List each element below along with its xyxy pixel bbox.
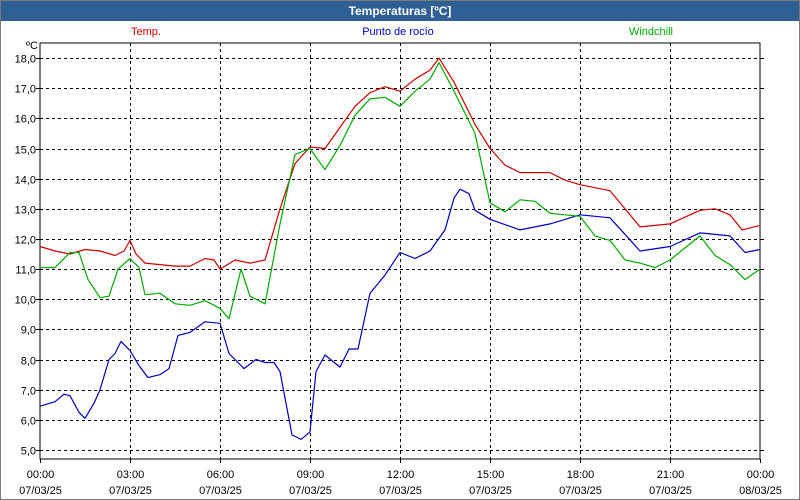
y-tick-label: 5,0 [21,446,36,458]
x-tick-time: 09:00 [297,469,325,481]
x-tick-date: 07/03/25 [559,485,602,497]
x-tick-date: 07/03/25 [649,485,692,497]
grid [40,43,760,459]
y-tick-label: 16,0 [15,114,36,126]
y-axis-unit: ºC [26,40,38,52]
legend: Temp. Punto de rocío Windchill [131,26,673,38]
x-tick-time: 15:00 [477,469,505,481]
y-tick-label: 10,0 [15,295,36,307]
x-tick-date: 07/03/25 [199,485,242,497]
x-tick-date: 07/03/25 [469,485,512,497]
y-tick-label: 12,0 [15,235,36,247]
y-tick-labels: 5,0 6,0 7,0 8,0 9,0 10,0 11,0 12,0 13,0 14,0 15,0 1… [15,54,36,458]
x-tick-time: 21:00 [657,469,685,481]
y-tick-label: 9,0 [21,325,36,337]
x-tick-date: 07/03/25 [289,485,332,497]
x-tick-time: 12:00 [387,469,415,481]
x-tick-time: 00:00 [747,469,775,481]
x-tick-time: 00:00 [27,469,55,481]
x-tick-labels: 00:00 07/03/25 03:00 07/03/25 06:00 07/03/25 0… [19,469,782,497]
legend-entry-2: Windchill [629,26,673,38]
x-tick-date: 07/03/25 [109,485,152,497]
y-tick-label: 8,0 [21,356,36,368]
legend-entry-0: Temp. [131,26,161,38]
x-tick-time: 06:00 [207,469,235,481]
x-tick-time: 03:00 [117,469,145,481]
y-tick-label: 18,0 [15,54,36,66]
y-tick-label: 6,0 [21,416,36,428]
x-tick-date: 08/03/25 [739,485,782,497]
series-line-2 [40,62,761,320]
y-tick-label: 13,0 [15,205,36,217]
y-tick-label: 11,0 [15,265,36,277]
y-tick-label: 17,0 [15,84,36,96]
y-tick-label: 15,0 [15,145,36,157]
x-tick-date: 07/03/25 [19,485,62,497]
y-tick-label: 7,0 [21,386,36,398]
temperature-chart: 5,0 6,0 7,0 8,0 9,0 10,0 11,0 12,0 13,0 14,0 15,0 1… [15,26,782,497]
y-tick-label: 14,0 [15,175,36,187]
x-tick-date: 07/03/25 [379,485,422,497]
legend-entry-1: Punto de rocío [362,26,434,38]
x-tick-time: 18:00 [567,469,595,481]
